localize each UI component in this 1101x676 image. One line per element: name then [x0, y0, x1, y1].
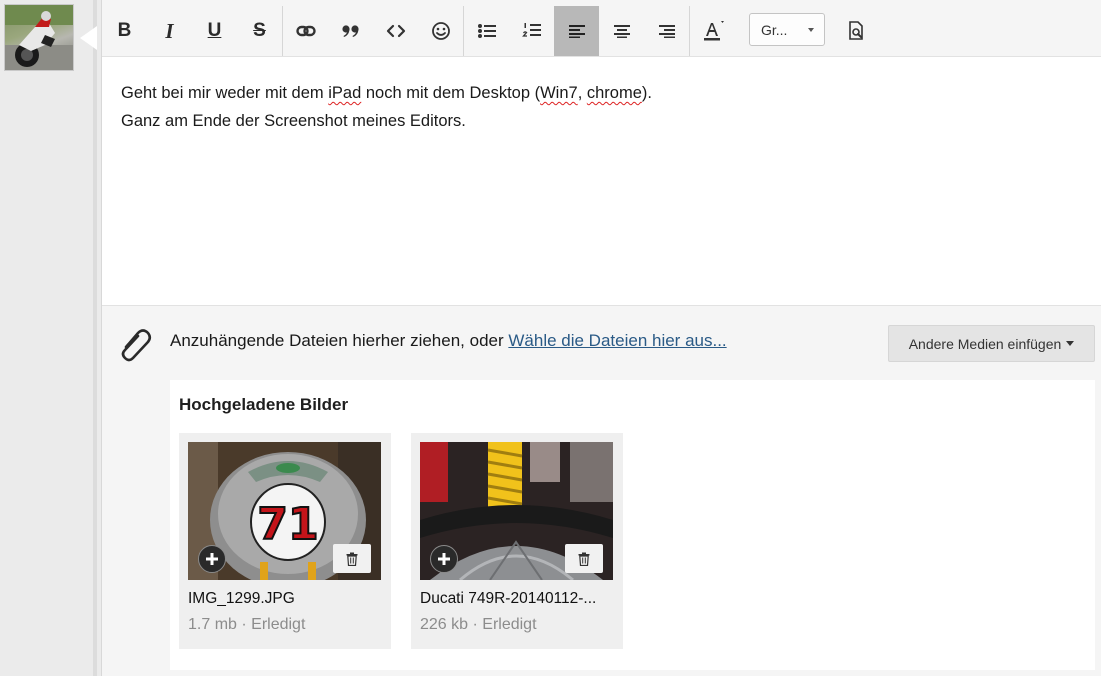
font-color-button[interactable] — [690, 6, 735, 56]
code-button[interactable] — [373, 6, 418, 56]
avatar-image — [5, 5, 73, 70]
align-center-icon — [613, 25, 630, 38]
attachment-prompt: Anzuhängende Dateien hierher ziehen, ode… — [170, 331, 727, 351]
text-segment: , — [577, 84, 587, 102]
misspelled-word: chrome — [586, 84, 642, 102]
file-size: 1.7 mb — [188, 616, 237, 633]
choose-files-link[interactable]: Wähle die Dateien hier aus... — [508, 331, 726, 350]
bullet-list-button[interactable] — [464, 6, 509, 56]
italic-icon: I — [165, 18, 174, 43]
message-line-2: Ganz am Ende der Screenshot meines Edito… — [121, 112, 466, 130]
message-line-1: Geht bei mir weder mit dem iPad noch mit… — [121, 79, 1083, 107]
upload-status: Erledigt — [251, 616, 306, 633]
post-editor: B I U S Gr... Geht bei mir weder mit dem… — [101, 0, 1101, 676]
delete-image-button[interactable] — [333, 544, 371, 573]
upload-thumbnail[interactable] — [420, 442, 613, 580]
font-size-value: Gr... — [761, 21, 788, 38]
strikethrough-icon: S — [253, 20, 266, 41]
align-right-icon — [658, 25, 675, 38]
caret-down-icon — [1066, 341, 1075, 346]
file-meta: 1.7 mb · Erledigt — [188, 616, 305, 634]
editor-toolbar: B I U S Gr... — [102, 6, 1101, 56]
link-button[interactable] — [283, 6, 328, 56]
misspelled-word: iPad — [328, 84, 362, 102]
bold-button[interactable]: B — [102, 6, 147, 56]
text-segment: Geht bei mir weder mit dem — [121, 84, 329, 102]
paperclip-icon — [118, 327, 154, 368]
align-right-button[interactable] — [644, 6, 689, 56]
plus-icon — [206, 553, 218, 565]
file-name: IMG_1299.JPG — [188, 590, 295, 607]
plus-icon — [438, 553, 450, 565]
file-name: Ducati 749R-20140112-... — [420, 590, 597, 607]
bold-icon: B — [117, 20, 132, 41]
delete-image-button[interactable] — [565, 544, 603, 573]
trash-icon — [578, 552, 590, 566]
preview-button[interactable] — [833, 6, 878, 56]
upload-thumbnail[interactable]: 71 — [188, 442, 381, 580]
trash-icon — [346, 552, 358, 566]
quote-button[interactable] — [328, 6, 373, 56]
meta-separator: · — [236, 616, 252, 633]
attachment-prompt-text: Anzuhängende Dateien hierher ziehen, ode… — [170, 331, 509, 350]
underline-icon: U — [207, 20, 222, 41]
underline-button[interactable]: U — [192, 6, 237, 56]
chevron-down-icon — [808, 27, 814, 32]
file-size: 226 kb — [420, 616, 469, 633]
uploaded-images-title: Hochgeladene Bilder — [179, 395, 349, 414]
upload-card: 71 IMG_1299.JPG 1.7 mb · Erledigt — [179, 433, 391, 649]
meta-separator: · — [468, 616, 483, 633]
message-textarea[interactable]: Geht bei mir weder mit dem iPad noch mit… — [102, 56, 1101, 306]
strikethrough-button[interactable]: S — [237, 6, 282, 56]
bullet-list-icon — [477, 24, 496, 38]
insert-image-button[interactable] — [430, 545, 458, 573]
link-icon — [295, 25, 316, 37]
left-rail — [0, 0, 97, 676]
insert-image-button[interactable] — [198, 545, 226, 573]
comment-pointer — [80, 26, 97, 50]
text-segment: noch mit dem Desktop ( — [361, 84, 541, 102]
attachment-area: Anzuhängende Dateien hierher ziehen, ode… — [102, 307, 1101, 676]
align-center-button[interactable] — [599, 6, 644, 56]
align-left-button[interactable] — [554, 6, 599, 56]
insert-media-button[interactable]: Andere Medien einfügen — [888, 325, 1095, 362]
upload-card: Ducati 749R-20140112-... 226 kb · Erledi… — [411, 433, 623, 649]
align-left-icon — [568, 25, 585, 38]
italic-button[interactable]: I — [147, 6, 192, 56]
avatar[interactable] — [4, 4, 74, 71]
upload-status: Erledigt — [482, 616, 537, 633]
quote-icon — [341, 25, 359, 37]
race-number-text: 71 — [257, 499, 318, 550]
numbered-list-icon — [521, 23, 541, 37]
misspelled-word: Win7 — [540, 84, 578, 102]
smiley-icon — [431, 22, 450, 40]
preview-icon — [848, 21, 863, 40]
insert-media-label: Andere Medien einfügen — [908, 335, 1062, 352]
uploaded-images-panel: Hochgeladene Bilder 71 IMG_1299.JPG 1.7 … — [170, 380, 1095, 670]
code-icon — [386, 24, 405, 38]
file-meta: 226 kb · Erledigt — [420, 616, 537, 634]
text-segment: ). — [641, 84, 652, 102]
numbered-list-button[interactable] — [509, 6, 554, 56]
font-color-icon — [703, 21, 724, 41]
font-size-select[interactable]: Gr... — [749, 13, 825, 46]
emoji-button[interactable] — [418, 6, 463, 56]
